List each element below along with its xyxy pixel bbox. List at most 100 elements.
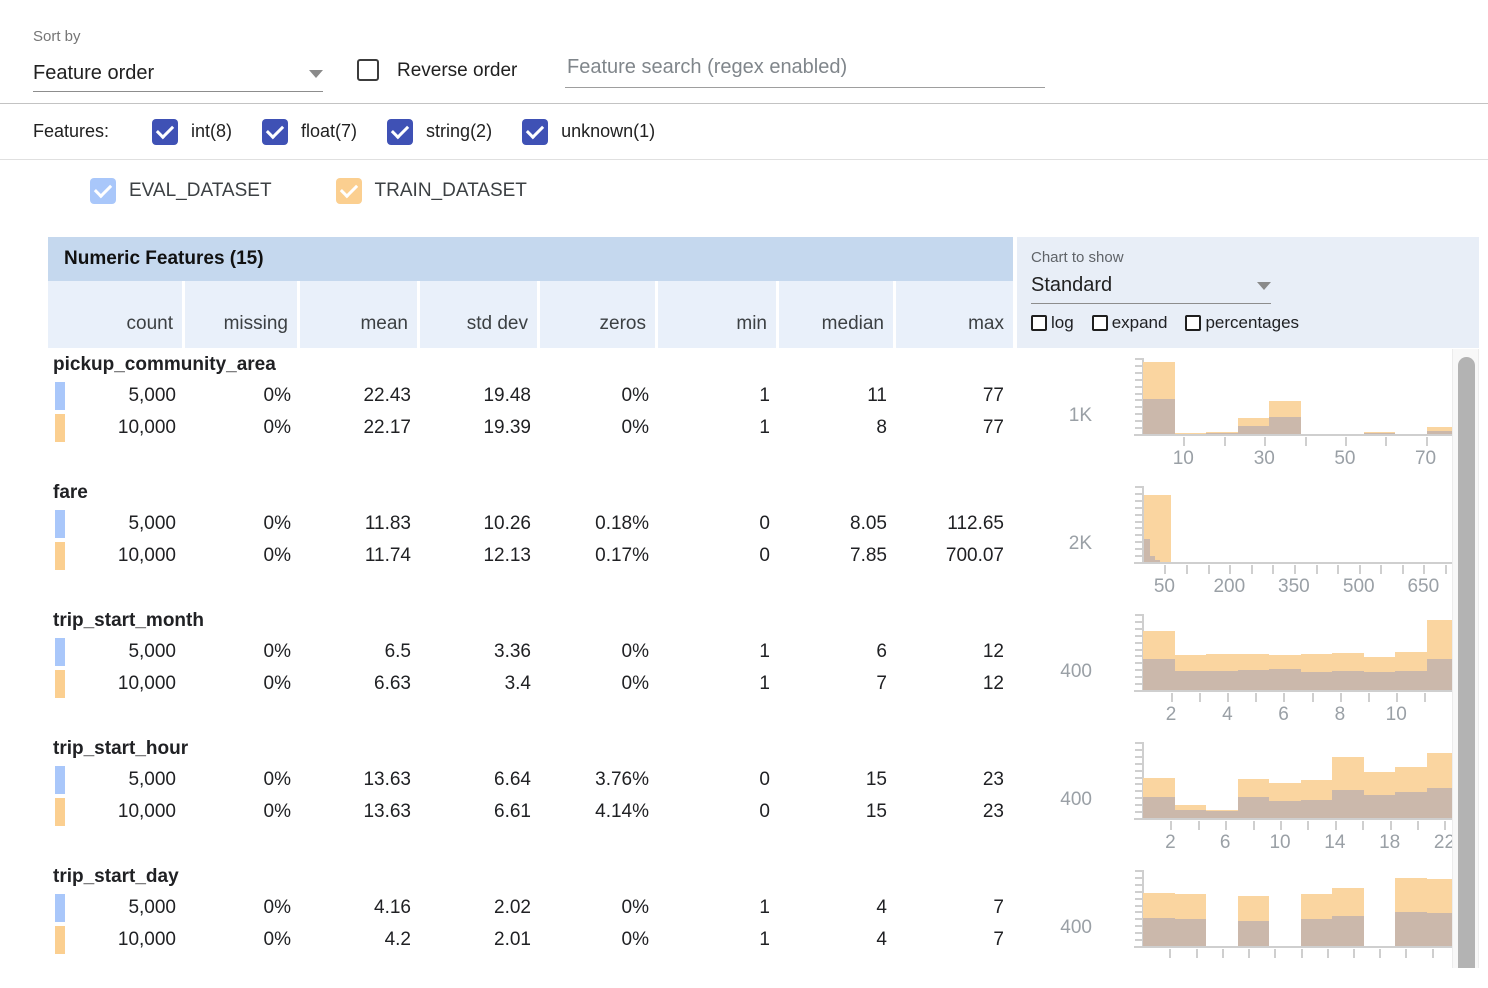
- stat-value: 0%: [185, 924, 300, 956]
- checkbox-icon[interactable]: [1185, 315, 1201, 331]
- table-row: 5,0000%11.8310.260.18%08.05112.65: [48, 508, 1013, 540]
- eval-overlap-bar: [1301, 800, 1333, 818]
- stat-value: 1: [658, 924, 779, 956]
- x-axis-tick: [1345, 437, 1347, 446]
- y-axis-tick: [1135, 804, 1142, 806]
- eval-overlap-bar: [1395, 792, 1427, 818]
- dataset-swatch: [55, 638, 65, 666]
- chart-option-toggle[interactable]: expand: [1092, 313, 1168, 333]
- checkbox-icon[interactable]: [152, 119, 178, 145]
- table-row: 10,0000%4.22.010%147: [48, 924, 1013, 956]
- stat-value: 6.63: [300, 668, 420, 700]
- y-axis-tick: [1135, 420, 1142, 422]
- x-axis-tick: [1169, 949, 1171, 958]
- stat-value: 700.07: [896, 540, 1013, 572]
- feature-block: trip_start_hour5,0000%13.636.643.76%0152…: [48, 732, 1488, 860]
- y-axis-tick: [1135, 635, 1142, 637]
- y-axis-tick: [1135, 877, 1142, 879]
- feature-block: fare5,0000%11.8310.260.18%08.05112.6510,…: [48, 476, 1488, 604]
- x-axis-tick: [1222, 949, 1224, 958]
- stat-value: 22.43: [300, 380, 420, 412]
- x-axis-tick: [1417, 821, 1419, 830]
- checkbox-icon[interactable]: [336, 178, 362, 204]
- x-axis-tick: [1353, 949, 1355, 958]
- stat-value: 5,000: [48, 508, 185, 540]
- dataset-label: TRAIN_DATASET: [375, 180, 527, 202]
- x-axis-tick: [1405, 949, 1407, 958]
- reverse-order-checkbox[interactable]: [357, 59, 379, 81]
- x-axis-label: 14: [1313, 832, 1357, 854]
- y-axis-tick: [1135, 628, 1142, 630]
- dataset-toggle[interactable]: EVAL_DATASET: [90, 178, 272, 204]
- feature-type-filter[interactable]: float(7): [262, 119, 357, 145]
- histogram-plot: [1143, 358, 1458, 434]
- stat-value: 0%: [185, 668, 300, 700]
- vertical-scrollbar[interactable]: [1452, 349, 1479, 968]
- y-axis-tick: [1135, 783, 1142, 785]
- eval-overlap-bar: [1143, 399, 1175, 434]
- y-axis-label: 400: [1030, 661, 1092, 683]
- feature-name: trip_start_hour: [53, 738, 188, 760]
- feature-type-filter[interactable]: unknown(1): [522, 119, 655, 145]
- checkbox-icon[interactable]: [387, 119, 413, 145]
- y-axis-tick: [1135, 870, 1142, 872]
- eval-overlap-bar: [1395, 912, 1427, 946]
- feature-type-filter[interactable]: string(2): [387, 119, 492, 145]
- sort-dropdown[interactable]: Feature order: [33, 56, 323, 92]
- features-label: Features:: [33, 121, 122, 142]
- stat-value: 8: [779, 412, 896, 444]
- dataset-swatch: [55, 894, 65, 922]
- checkbox-icon[interactable]: [1092, 315, 1108, 331]
- stat-value: 23: [896, 796, 1013, 828]
- feature-type-filter[interactable]: int(8): [152, 119, 232, 145]
- eval-overlap-bar: [1238, 670, 1270, 690]
- x-axis: [1134, 818, 1459, 820]
- chart-options: log expand percentages: [1031, 313, 1479, 333]
- x-axis-tick: [1402, 565, 1404, 574]
- chart-type-dropdown[interactable]: Standard: [1031, 268, 1271, 304]
- eval-overlap-bar: [1301, 672, 1333, 690]
- feature-histogram: 2K50200350500650: [1030, 476, 1470, 604]
- x-axis-label: 2: [1149, 704, 1193, 726]
- stat-value: 7: [779, 668, 896, 700]
- x-axis-tick: [1225, 821, 1227, 830]
- x-axis-tick: [1229, 565, 1231, 574]
- x-axis-tick: [1255, 693, 1257, 702]
- eval-overlap-bar: [1332, 916, 1364, 946]
- x-axis-tick: [1196, 949, 1198, 958]
- dataset-toggle[interactable]: TRAIN_DATASET: [336, 178, 527, 204]
- checkbox-icon[interactable]: [1031, 315, 1047, 331]
- y-axis-tick: [1135, 763, 1142, 765]
- chart-option-toggle[interactable]: log: [1031, 313, 1074, 333]
- chart-option-toggle[interactable]: percentages: [1185, 313, 1299, 333]
- checkbox-icon[interactable]: [90, 178, 116, 204]
- x-axis-tick: [1444, 821, 1446, 830]
- table-row: 10,0000%6.633.40%1712: [48, 668, 1013, 700]
- x-axis-tick: [1362, 821, 1364, 830]
- scrollbar-thumb[interactable]: [1458, 357, 1475, 968]
- stat-value: 11.74: [300, 540, 420, 572]
- stat-value: 1: [658, 892, 779, 924]
- checkbox-icon[interactable]: [262, 119, 288, 145]
- y-axis-tick: [1135, 393, 1142, 395]
- x-axis-tick: [1327, 949, 1329, 958]
- x-axis-label: 70: [1404, 448, 1448, 470]
- x-axis-tick: [1368, 693, 1370, 702]
- y-axis-tick: [1135, 662, 1142, 664]
- x-axis-tick: [1251, 565, 1253, 574]
- column-header: zeros: [540, 281, 658, 348]
- checkbox-icon[interactable]: [522, 119, 548, 145]
- feature-type-label: float(7): [301, 121, 357, 142]
- eval-overlap-bar: [1143, 918, 1175, 946]
- x-axis-tick: [1170, 821, 1172, 830]
- stat-value: 0%: [185, 892, 300, 924]
- x-axis-tick: [1423, 565, 1425, 574]
- x-axis: [1134, 562, 1459, 564]
- y-axis-tick: [1135, 756, 1142, 758]
- stat-value: 0%: [540, 380, 658, 412]
- eval-overlap-bar: [1364, 795, 1396, 818]
- search-input[interactable]: [565, 50, 1045, 88]
- feature-block: pickup_community_area5,0000%22.4319.480%…: [48, 348, 1488, 476]
- y-axis-tick: [1135, 621, 1142, 623]
- x-axis-tick: [1280, 821, 1282, 830]
